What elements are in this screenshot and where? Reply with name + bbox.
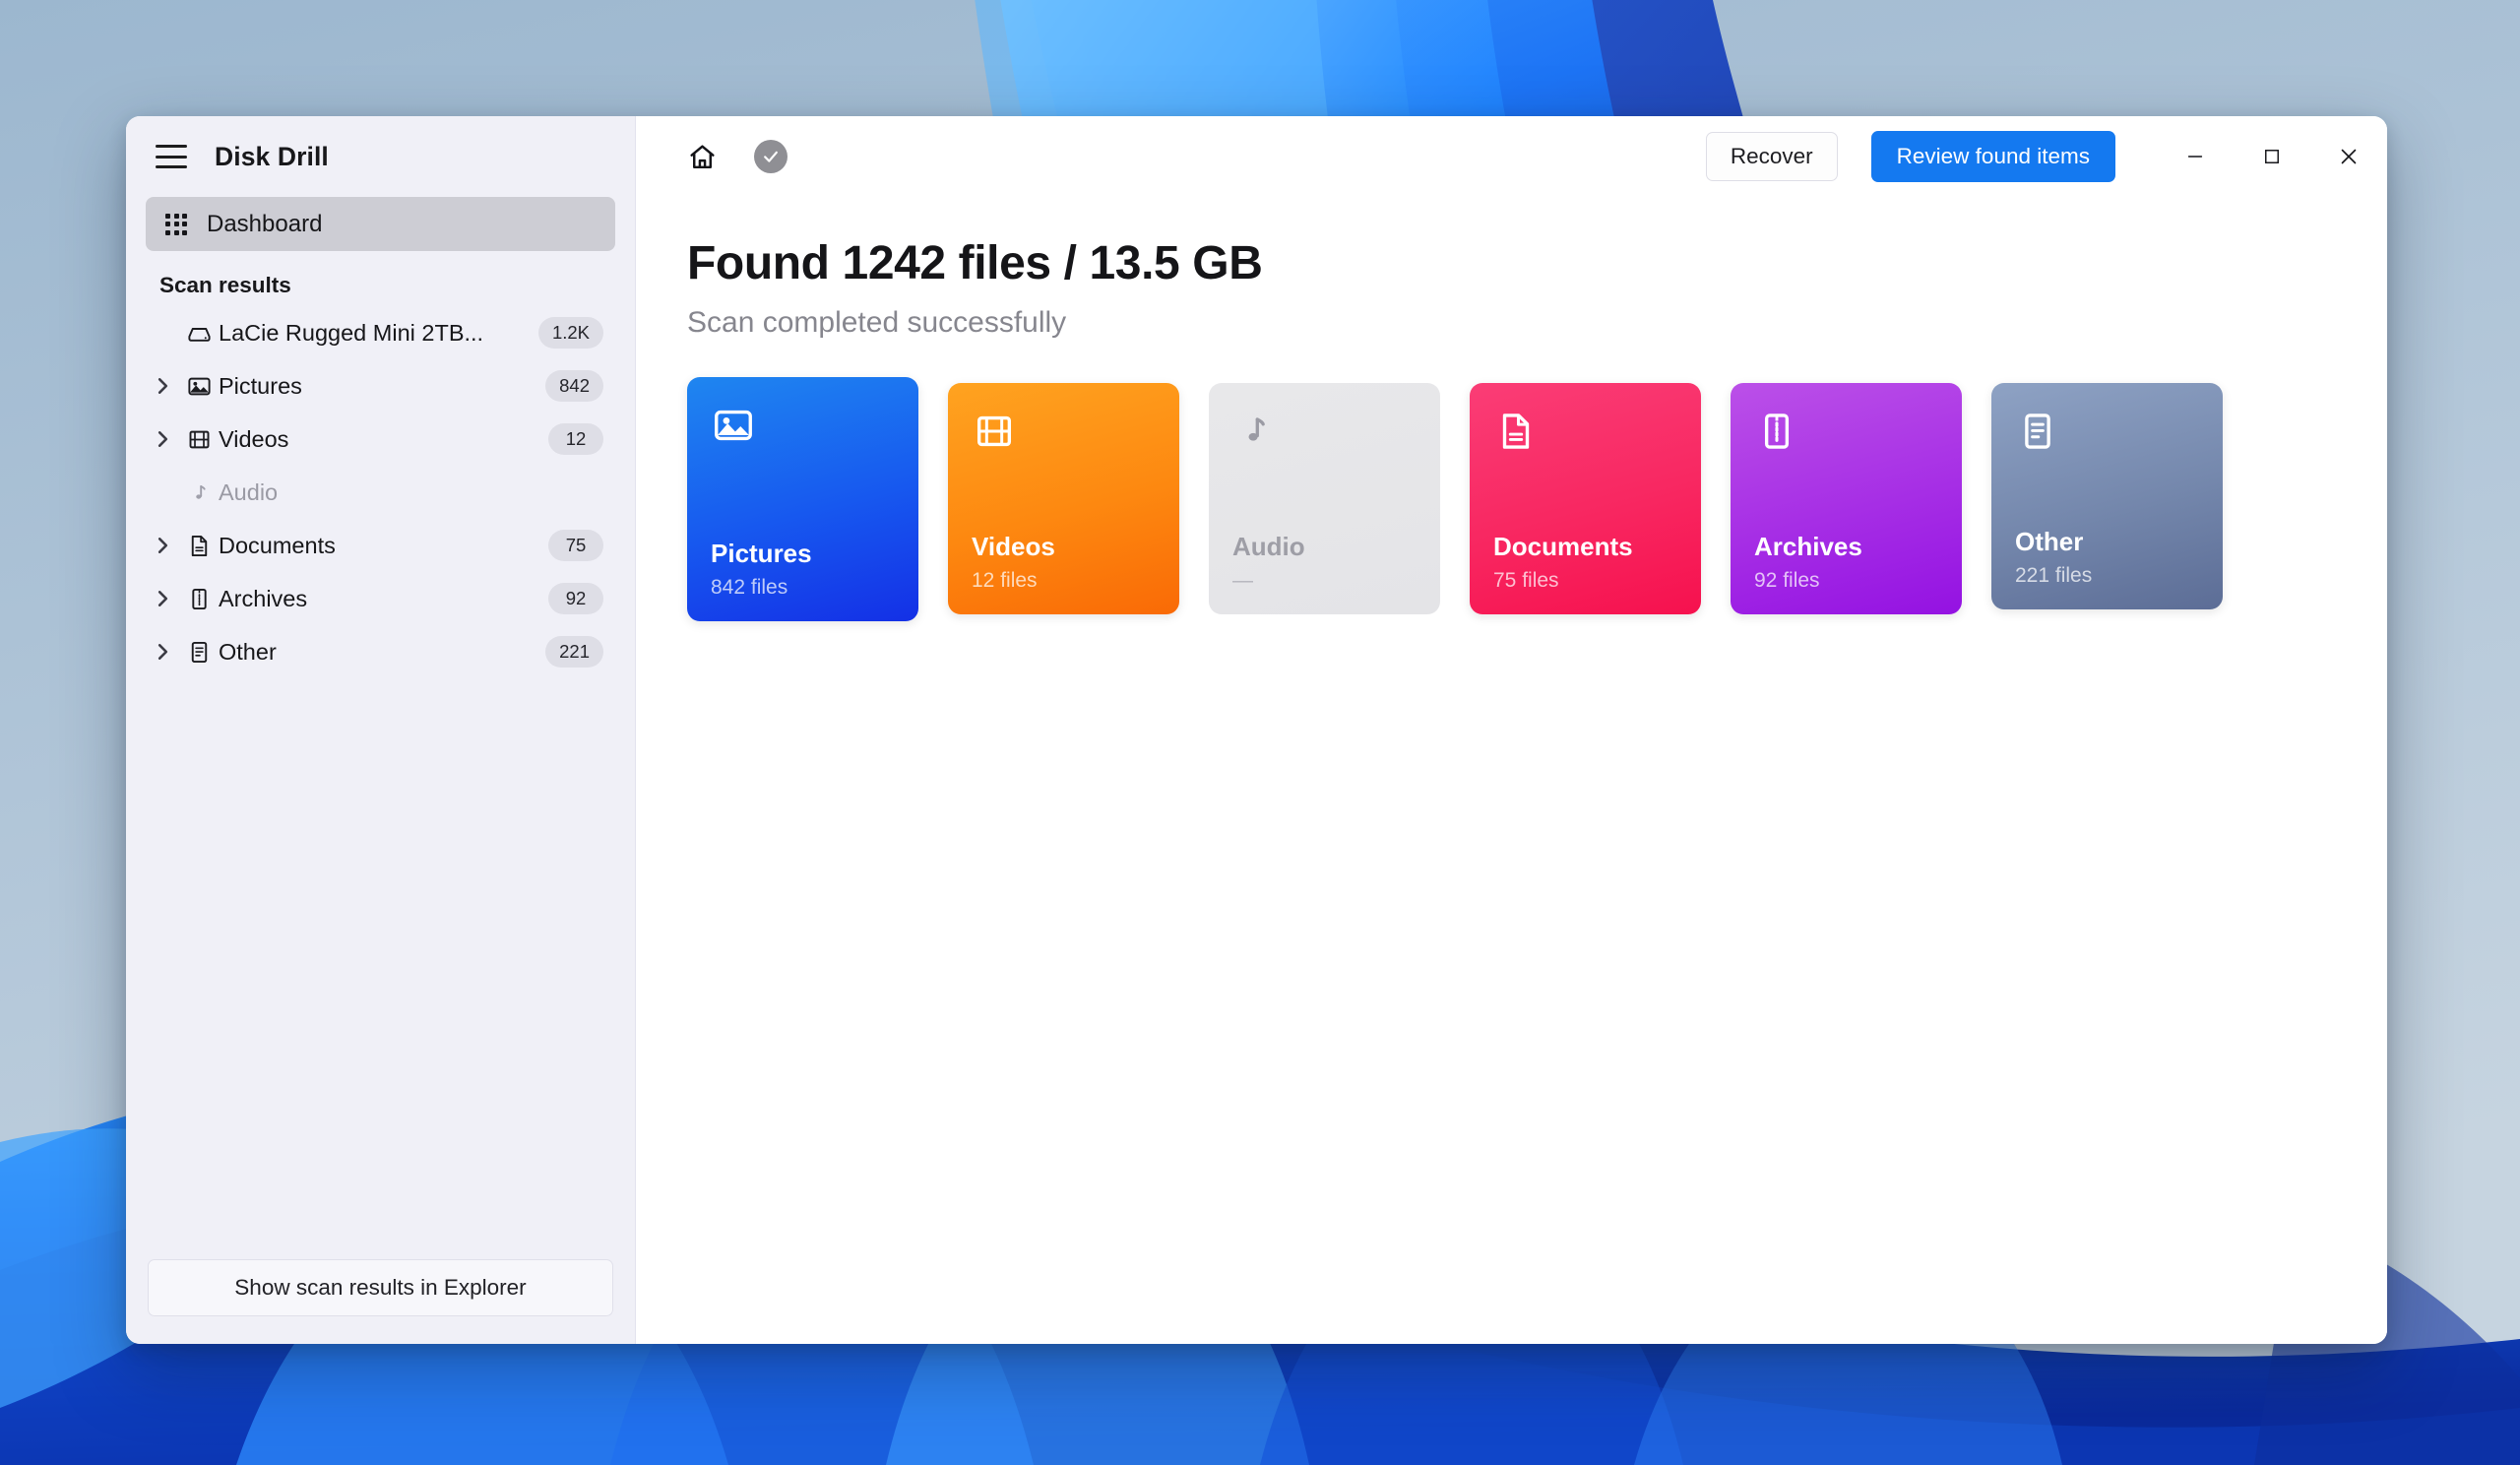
page-title: Found 1242 files / 13.5 GB	[687, 237, 1263, 289]
category-card-name: Pictures	[711, 539, 812, 569]
tree-item-badge: 12	[548, 422, 603, 456]
chevron-right-icon[interactable]	[146, 589, 179, 608]
status-check-badge[interactable]	[748, 134, 793, 179]
tree-item-badge: 75	[548, 529, 603, 562]
category-card-count: 842 files	[711, 576, 788, 599]
film-icon	[972, 409, 1156, 462]
app-title: Disk Drill	[215, 141, 329, 171]
scan-results-heading: Scan results	[159, 273, 291, 297]
music-note-icon	[179, 479, 219, 506]
category-card-documents[interactable]: Documents 75 files	[1470, 383, 1701, 614]
tree-item-badge: 221	[545, 635, 603, 669]
category-card-name: Videos	[972, 532, 1055, 562]
sidebar-item-label: Dashboard	[207, 210, 323, 237]
category-card-videos[interactable]: Videos 12 files	[948, 383, 1179, 614]
tree-item-lacie-drive[interactable]: LaCie Rugged Mini 2TB... 1.2K	[146, 306, 615, 359]
tree-item-label: Pictures	[219, 372, 302, 399]
main-panel: Recover Review found items Found 1242 fi…	[636, 116, 2387, 1344]
hard-drive-icon	[179, 320, 219, 347]
show-scan-results-in-explorer-button[interactable]: Show scan results in Explorer	[148, 1259, 613, 1316]
tree-item-badge: 92	[548, 582, 603, 615]
tree-item-label: LaCie Rugged Mini 2TB...	[219, 319, 484, 346]
image-icon	[179, 373, 219, 400]
category-card-other[interactable]: Other 221 files	[1991, 383, 2223, 609]
category-card-pictures[interactable]: Pictures 842 files	[687, 377, 918, 621]
chevron-right-icon[interactable]	[146, 376, 179, 396]
file-lines-icon	[179, 639, 219, 666]
home-icon[interactable]	[679, 134, 724, 179]
tree-item-label: Documents	[219, 532, 336, 558]
document-icon	[1493, 409, 1677, 462]
tree-item-videos[interactable]: Videos 12	[146, 413, 615, 466]
minimize-button[interactable]	[2157, 118, 2234, 195]
category-card-count: 75 files	[1493, 569, 1559, 592]
sidebar: Disk Drill Dashboard Scan results LaCie …	[126, 116, 636, 1344]
review-found-items-button[interactable]: Review found items	[1870, 131, 2115, 182]
category-card-name: Other	[2015, 527, 2084, 557]
archive-zip-icon	[1754, 409, 1938, 462]
chevron-right-icon[interactable]	[146, 642, 179, 662]
archive-zip-icon	[179, 586, 219, 612]
tree-item-audio: Audio	[146, 466, 615, 519]
toolbar: Recover Review found items	[636, 116, 2387, 197]
file-lines-icon	[2015, 409, 2199, 462]
music-note-icon	[1232, 409, 1417, 462]
category-card-audio: Audio —	[1209, 383, 1440, 614]
chevron-right-icon[interactable]	[146, 429, 179, 449]
category-card-name: Audio	[1232, 532, 1305, 562]
maximize-button[interactable]	[2234, 118, 2310, 195]
tree-item-badge: 842	[545, 369, 603, 403]
tree-item-pictures[interactable]: Pictures 842	[146, 359, 615, 413]
tree-item-label: Audio	[219, 478, 279, 505]
tree-item-label: Archives	[219, 585, 308, 611]
window-controls	[2157, 118, 2387, 195]
scan-results-tree: LaCie Rugged Mini 2TB... 1.2K Pictures 8…	[126, 306, 635, 678]
category-card-name: Archives	[1754, 532, 1862, 562]
scan-status-text: Scan completed successfully	[687, 306, 1067, 339]
tree-item-other[interactable]: Other 221	[146, 625, 615, 678]
sidebar-nav: Dashboard	[126, 197, 635, 251]
category-card-archives[interactable]: Archives 92 files	[1731, 383, 1962, 614]
category-card-count: 12 files	[972, 569, 1038, 592]
image-icon	[711, 403, 895, 456]
category-card-count: —	[1232, 569, 1253, 592]
check-circle-icon	[754, 140, 788, 173]
grid-icon	[159, 213, 193, 235]
sidebar-header: Disk Drill	[126, 116, 635, 197]
hamburger-icon[interactable]	[156, 145, 187, 168]
category-cards: Pictures 842 files Videos 12 files Audio…	[687, 377, 2387, 621]
category-card-name: Documents	[1493, 532, 1633, 562]
tree-item-archives[interactable]: Archives 92	[146, 572, 615, 625]
sidebar-item-dashboard[interactable]: Dashboard	[146, 197, 615, 251]
desktop-background: Disk Drill Dashboard Scan results LaCie …	[0, 0, 2520, 1465]
category-card-count: 221 files	[2015, 564, 2093, 587]
film-icon	[179, 426, 219, 453]
tree-item-badge: 1.2K	[537, 316, 603, 350]
disk-drill-window: Disk Drill Dashboard Scan results LaCie …	[126, 116, 2387, 1344]
category-card-count: 92 files	[1754, 569, 1820, 592]
main-content: Found 1242 files / 13.5 GB Scan complete…	[636, 197, 2387, 621]
close-button[interactable]	[2310, 118, 2387, 195]
tree-item-label: Other	[219, 638, 277, 665]
chevron-right-icon[interactable]	[146, 536, 179, 555]
sidebar-footer: Show scan results in Explorer	[126, 1259, 635, 1344]
tree-item-label: Videos	[219, 425, 289, 452]
recover-button[interactable]: Recover	[1705, 132, 1838, 181]
tree-item-documents[interactable]: Documents 75	[146, 519, 615, 572]
document-icon	[179, 533, 219, 559]
